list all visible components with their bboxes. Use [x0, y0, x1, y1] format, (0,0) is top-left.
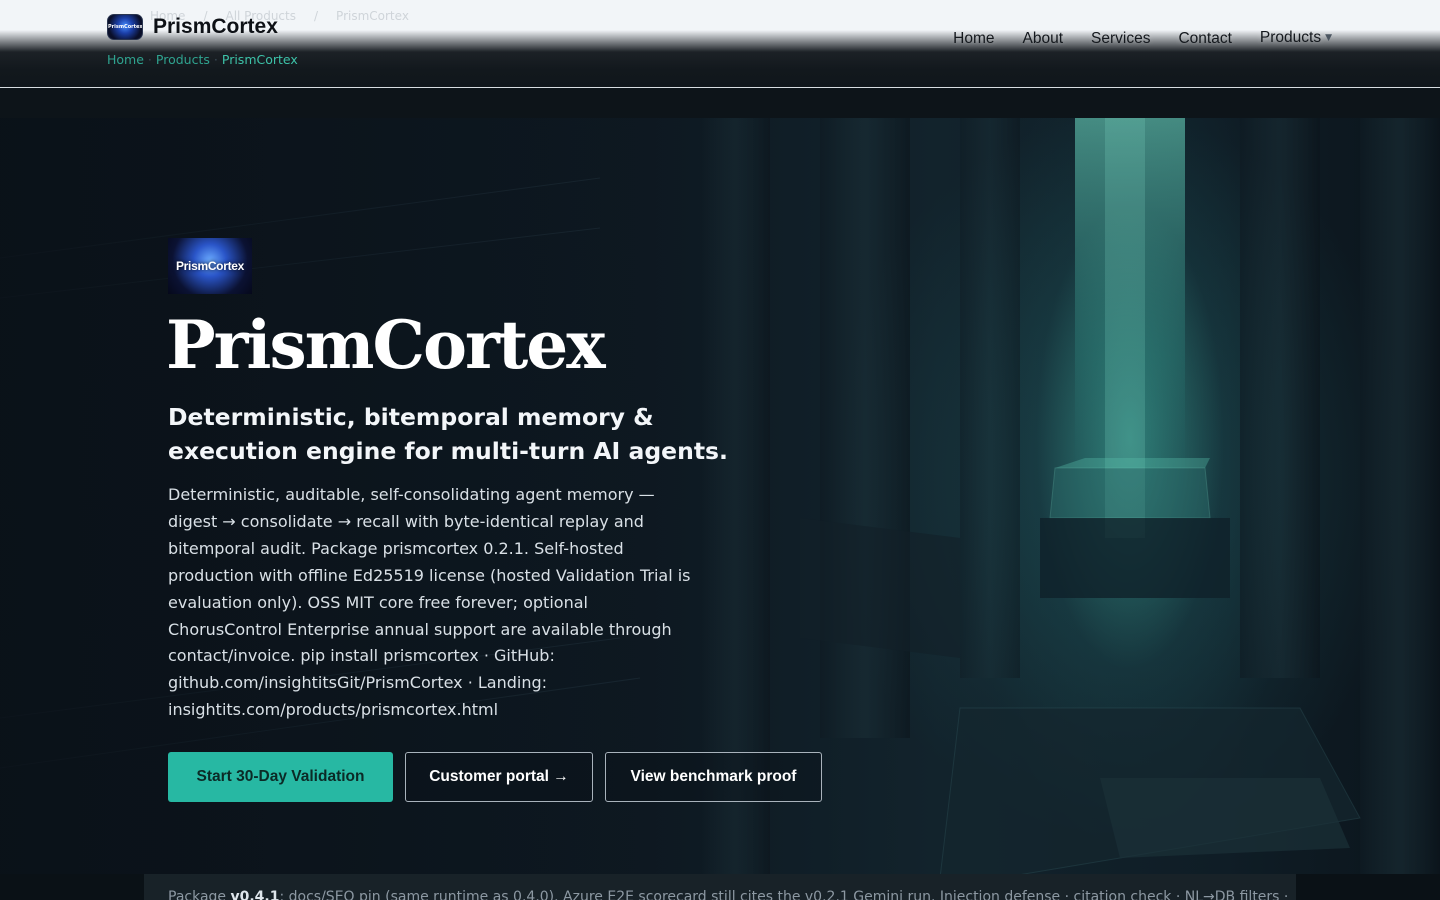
- release-version: v0.4.1: [230, 889, 280, 900]
- hero-logo-text: PrismCortex: [175, 259, 245, 273]
- breadcrumb-products[interactable]: Products: [156, 52, 210, 67]
- hero-logo: PrismCortex: [168, 238, 252, 294]
- customer-portal-button[interactable]: Customer portal →: [405, 752, 593, 802]
- release-note-prefix: Package: [168, 889, 231, 900]
- breadcrumb-home[interactable]: Home: [107, 52, 144, 67]
- page-title: PrismCortex: [166, 306, 606, 384]
- release-note-body: : docs/SEO pin (same runtime as 0.4.0). …: [279, 889, 1289, 900]
- nav-about[interactable]: About: [1023, 30, 1064, 48]
- brand-logo-text: PrismCortex: [108, 24, 143, 30]
- release-note-bar: Package v0.4.1: docs/SEO pin (same runti…: [0, 874, 1440, 900]
- benchmark-proof-button[interactable]: View benchmark proof: [605, 752, 822, 802]
- breadcrumb: Home · Products · PrismCortex: [107, 52, 298, 67]
- start-validation-button[interactable]: Start 30-Day Validation: [168, 752, 393, 802]
- ghost-crumb-current: PrismCortex: [336, 9, 409, 23]
- nav-contact[interactable]: Contact: [1178, 30, 1231, 48]
- nav-services[interactable]: Services: [1091, 30, 1150, 48]
- breadcrumb-current: PrismCortex: [221, 52, 298, 67]
- chevron-down-icon: ▼: [1325, 33, 1332, 43]
- cta-buttons: Start 30-Day Validation Customer portal …: [168, 752, 822, 802]
- breadcrumb-separator: ·: [213, 52, 218, 67]
- nav-home[interactable]: Home: [953, 30, 994, 48]
- hero-section: PrismCortex PrismCortex Deterministic, b…: [0, 118, 1440, 878]
- brand-link[interactable]: PrismCortex PrismCortex: [107, 14, 278, 40]
- release-note-text: Package v0.4.1: docs/SEO pin (same runti…: [168, 889, 1288, 900]
- release-note-panel: Package v0.4.1: docs/SEO pin (same runti…: [144, 874, 1296, 900]
- nav-products: Products: [1259, 29, 1322, 46]
- brand-name: PrismCortex: [153, 15, 278, 38]
- nav-products-dropdown[interactable]: Products ▼: [1260, 29, 1332, 47]
- brand-logo: PrismCortex: [107, 14, 143, 40]
- hero-description: Deterministic, auditable, self-consolida…: [168, 485, 691, 720]
- ghost-crumb-sep: /: [314, 9, 319, 23]
- breadcrumb-separator: ·: [147, 52, 152, 67]
- site-header: Home / All Products / PrismCortex PrismC…: [0, 0, 1440, 88]
- hero-subtitle: Deterministic, bitemporal memory & execu…: [168, 403, 728, 465]
- main-nav: Home About Services Contact Products ▼: [953, 29, 1332, 48]
